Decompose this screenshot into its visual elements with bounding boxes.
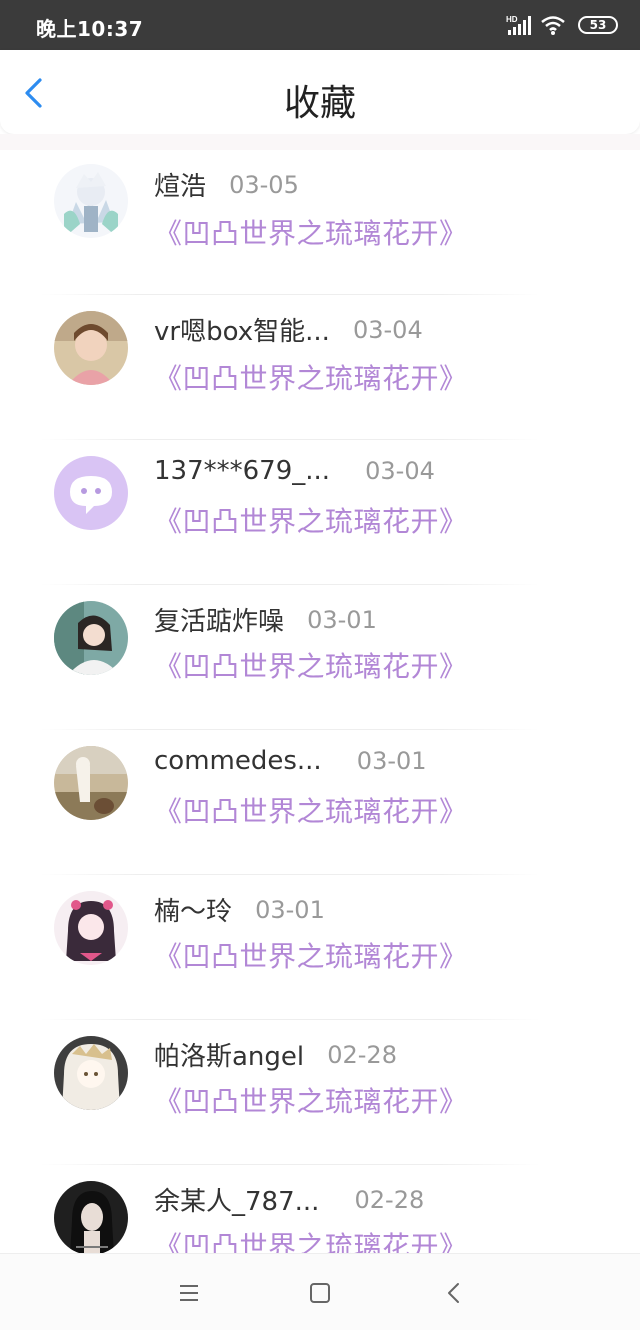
favorites-list: 煊浩 03-05 《凹凸世界之琉璃花开》 vr嗯box智能... 03-04 《… bbox=[0, 150, 640, 1310]
header-gap bbox=[0, 134, 640, 150]
list-item[interactable]: vr嗯box智能... 03-04 《凹凸世界之琉璃花开》 bbox=[0, 295, 640, 440]
status-time: 晚上10:37 bbox=[36, 17, 144, 41]
username[interactable]: 复活踮炸噪 bbox=[154, 601, 284, 638]
username[interactable]: vr嗯box智能... bbox=[154, 311, 330, 348]
date: 03-01 bbox=[307, 605, 377, 634]
username[interactable]: 帕洛斯angel bbox=[154, 1036, 304, 1073]
work-title[interactable]: 《凹凸世界之琉璃花开》 bbox=[154, 500, 468, 540]
list-item[interactable]: 复活踮炸噪 03-01 《凹凸世界之琉璃花开》 bbox=[0, 585, 640, 730]
avatar[interactable] bbox=[54, 891, 128, 965]
list-item[interactable]: 煊浩 03-05 《凹凸世界之琉璃花开》 bbox=[0, 150, 640, 295]
name-row: 楠～玲 03-01 bbox=[154, 891, 325, 928]
date: 02-28 bbox=[354, 1185, 425, 1214]
name-row: 复活踮炸噪 03-01 bbox=[154, 601, 377, 638]
avatar[interactable] bbox=[54, 456, 128, 530]
username[interactable]: commedes... bbox=[154, 746, 322, 776]
date: 03-05 bbox=[229, 170, 299, 199]
page-header: 收藏 bbox=[0, 50, 640, 134]
date: 02-28 bbox=[327, 1040, 397, 1069]
list-item[interactable]: 楠～玲 03-01 《凹凸世界之琉璃花开》 bbox=[0, 875, 640, 1020]
work-title[interactable]: 《凹凸世界之琉璃花开》 bbox=[154, 790, 468, 830]
username[interactable]: 楠～玲 bbox=[154, 891, 232, 928]
date: 03-04 bbox=[352, 315, 423, 344]
hd-label: HD bbox=[506, 15, 518, 24]
status-bar: 晚上10:37 HD 53 bbox=[0, 0, 640, 50]
date: 03-01 bbox=[356, 747, 427, 775]
username[interactable]: 余某人_787... bbox=[154, 1181, 319, 1218]
home-square-icon[interactable] bbox=[307, 1280, 333, 1306]
username[interactable]: 137***679_... bbox=[154, 456, 330, 486]
work-title[interactable]: 《凹凸世界之琉璃花开》 bbox=[154, 1080, 468, 1120]
name-row: 余某人_787... 02-28 bbox=[154, 1181, 425, 1218]
avatar[interactable] bbox=[54, 1036, 128, 1110]
avatar[interactable] bbox=[54, 164, 128, 238]
list-item[interactable]: 帕洛斯angel 02-28 《凹凸世界之琉璃花开》 bbox=[0, 1020, 640, 1165]
page-title: 收藏 bbox=[283, 83, 356, 124]
name-row: commedes... 03-01 bbox=[154, 746, 427, 778]
name-row: 137***679_... 03-04 bbox=[154, 456, 435, 488]
name-row: vr嗯box智能... 03-04 bbox=[154, 311, 423, 348]
work-title[interactable]: 《凹凸世界之琉璃花开》 bbox=[154, 357, 468, 397]
back-chevron-icon[interactable] bbox=[442, 1280, 468, 1306]
list-item[interactable]: 137***679_... 03-04 《凹凸世界之琉璃花开》 bbox=[0, 440, 640, 585]
work-title[interactable]: 《凹凸世界之琉璃花开》 bbox=[154, 645, 468, 685]
avatar[interactable] bbox=[54, 601, 128, 675]
avatar[interactable] bbox=[54, 311, 128, 385]
date: 03-01 bbox=[255, 895, 325, 924]
username[interactable]: 煊浩 bbox=[154, 166, 206, 203]
date: 03-04 bbox=[365, 457, 435, 485]
list-item[interactable]: commedes... 03-01 《凹凸世界之琉璃花开》 bbox=[0, 730, 640, 875]
work-title[interactable]: 《凹凸世界之琉璃花开》 bbox=[154, 935, 468, 975]
avatar[interactable] bbox=[54, 746, 128, 820]
battery-icon: 53 bbox=[578, 16, 618, 34]
name-row: 帕洛斯angel 02-28 bbox=[154, 1036, 397, 1073]
signal-icon: HD bbox=[506, 15, 531, 35]
system-nav-bar bbox=[0, 1253, 640, 1330]
name-row: 煊浩 03-05 bbox=[154, 166, 299, 203]
wifi-icon bbox=[541, 16, 565, 35]
work-title[interactable]: 《凹凸世界之琉璃花开》 bbox=[154, 212, 468, 252]
avatar[interactable] bbox=[54, 1181, 128, 1255]
menu-icon[interactable] bbox=[176, 1280, 202, 1306]
